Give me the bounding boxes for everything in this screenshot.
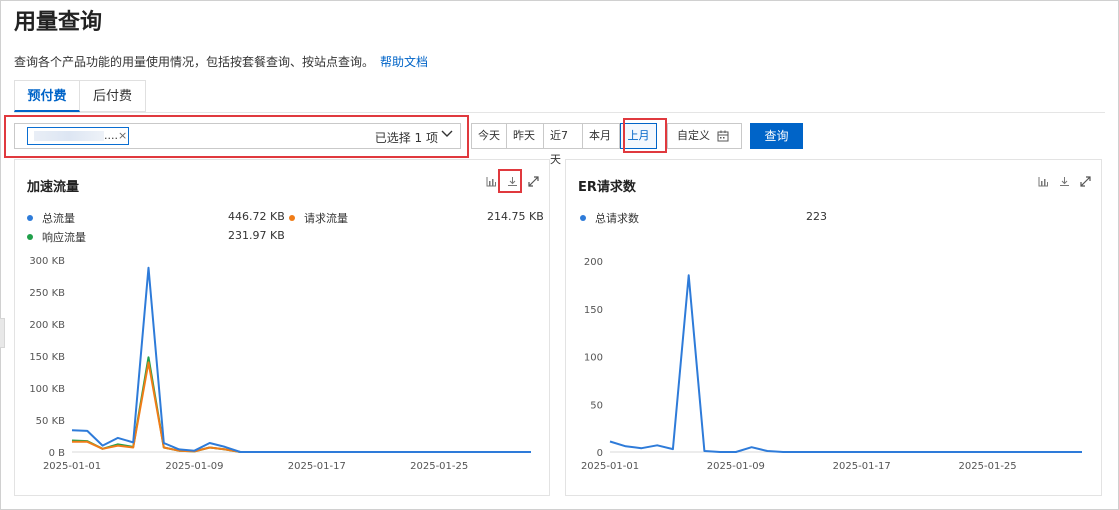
y-tick-label: 200 KB: [29, 320, 65, 331]
selected-site-chip: .... ×: [27, 127, 129, 145]
calendar-icon: [717, 130, 729, 142]
time-btn-yesterday[interactable]: 昨天: [507, 123, 544, 149]
er-requests-line-chart: 0 50 100 150 200 2025-01-01 2025-01-09 2025-01-…: [581, 257, 1082, 472]
x-tick-label: 2025-01-17: [288, 461, 346, 472]
chip-ellipsis: ....: [104, 129, 118, 142]
y-tick-label: 150: [584, 305, 603, 316]
custom-range-button[interactable]: 自定义: [667, 123, 742, 149]
x-tick-label: 2025-01-09: [707, 461, 765, 472]
x-tick-label: 2025-01-25: [410, 461, 468, 472]
tab-postpaid[interactable]: 后付费: [80, 80, 146, 112]
x-tick-label: 2025-01-09: [165, 461, 223, 472]
query-button[interactable]: 查询: [750, 123, 803, 149]
y-tick-label: 0 B: [49, 448, 66, 459]
page-subtitle: 查询各个产品功能的用量使用情况，包括按套餐查询、按站点查询。 帮助文档: [14, 53, 428, 70]
x-tick-label: 2025-01-01: [581, 461, 639, 472]
time-btn-this-month[interactable]: 本月: [583, 123, 620, 149]
y-tick-label: 100: [584, 353, 603, 364]
selected-count: 已选择 1 项: [374, 131, 438, 145]
page-title: 用量查询: [14, 10, 103, 35]
redacted-site-name: [34, 131, 104, 141]
time-btn-today[interactable]: 今天: [471, 123, 507, 149]
custom-range-label: 自定义: [677, 129, 710, 142]
tab-prepaid[interactable]: 预付费: [14, 80, 80, 112]
traffic-line-chart: 0 B 50 KB 100 KB 150 KB 200 KB 250 KB 300 KB 20…: [29, 256, 531, 472]
series-line-总请求数: [609, 274, 1082, 453]
time-btn-last-month[interactable]: 上月: [620, 123, 657, 149]
billing-tabs: 预付费 后付费: [14, 80, 146, 113]
x-tick-label: 2025-01-01: [43, 461, 101, 472]
site-multiselect[interactable]: .... × 已选择 1 项: [14, 123, 461, 149]
subtitle-text: 查询各个产品功能的用量使用情况，包括按套餐查询、按站点查询。: [14, 55, 375, 69]
series-line-请求流量: [72, 361, 531, 453]
y-tick-label: 200: [584, 257, 603, 268]
y-tick-label: 300 KB: [29, 256, 65, 267]
y-tick-label: 50 KB: [36, 416, 65, 427]
side-drawer-handle[interactable]: [0, 318, 5, 348]
time-btn-last7[interactable]: 近7天: [544, 123, 583, 166]
y-tick-label: 100 KB: [29, 384, 65, 395]
time-range-group: 今天 昨天 近7天 本月 上月: [471, 123, 657, 166]
y-tick-label: 150 KB: [29, 352, 65, 363]
tab-divider: [14, 112, 1105, 113]
y-tick-label: 0: [597, 448, 603, 459]
y-tick-label: 50: [590, 400, 603, 411]
x-tick-label: 2025-01-17: [833, 461, 891, 472]
chip-remove-icon[interactable]: ×: [118, 128, 127, 144]
chevron-down-icon[interactable]: [440, 127, 454, 141]
x-tick-label: 2025-01-25: [959, 461, 1017, 472]
y-tick-label: 250 KB: [29, 288, 65, 299]
series-line-总流量: [71, 266, 531, 453]
help-doc-link[interactable]: 帮助文档: [380, 55, 428, 69]
